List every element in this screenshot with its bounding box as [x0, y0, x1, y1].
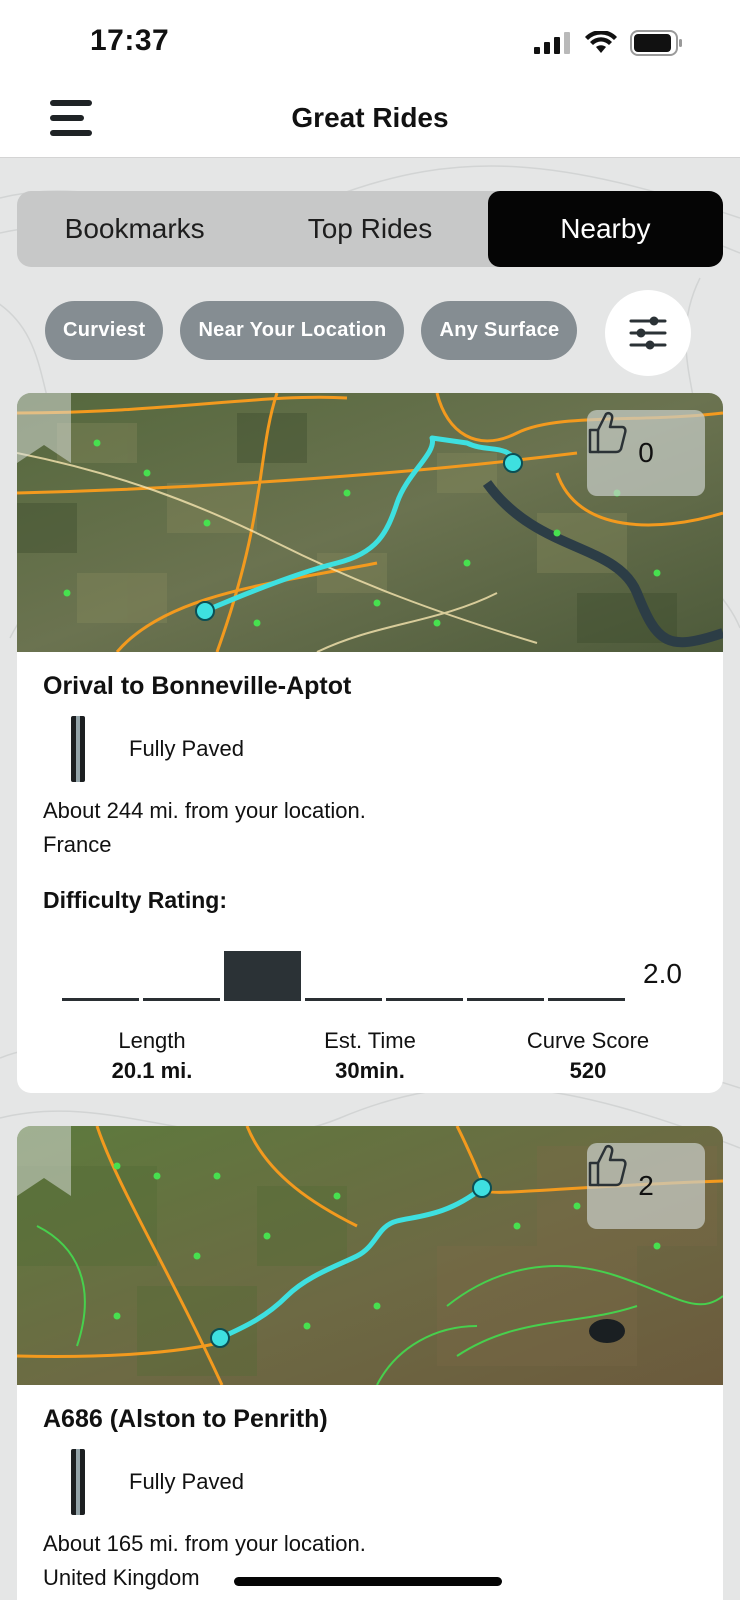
surface-label: Fully Paved — [129, 1469, 244, 1494]
cellular-signal-icon — [534, 32, 570, 54]
stat-value: 520 — [569, 1058, 607, 1083]
thumbs-up-icon — [588, 1144, 627, 1187]
content-area[interactable]: Bookmarks Top Rides Nearby Curviest Near… — [0, 158, 740, 1600]
stat-length: Length 20.1 mi. — [43, 1028, 261, 1084]
bookmark-icon[interactable] — [17, 1126, 71, 1196]
ride-distance: About 244 mi. from your location. — [43, 798, 366, 823]
chip-any-surface[interactable]: Any Surface — [421, 301, 578, 360]
stat-curve-score: Curve Score 520 — [479, 1028, 697, 1084]
ride-title: Orival to Bonneville-Aptot — [43, 672, 352, 700]
status-bar: 17:37 — [0, 0, 740, 80]
like-count: 2 — [638, 1170, 654, 1201]
like-button[interactable]: 2 — [587, 1143, 705, 1229]
difficulty-value: 2.0 — [643, 958, 682, 989]
surface-info: Fully Paved — [43, 1447, 343, 1517]
tab-top-rides[interactable]: Top Rides — [252, 191, 487, 267]
surface-label: Fully Paved — [129, 736, 244, 761]
difficulty-segment — [467, 998, 544, 1001]
ride-tabs: Bookmarks Top Rides Nearby — [17, 191, 723, 267]
stat-label: Length — [118, 1028, 186, 1053]
ride-country: United Kingdom — [43, 1565, 200, 1590]
surface-info: Fully Paved — [43, 714, 343, 784]
difficulty-segment — [62, 998, 139, 1001]
filter-chips: Curviest Near Your Location Any Surface — [45, 301, 578, 360]
like-count: 0 — [638, 437, 654, 468]
bookmark-icon[interactable] — [17, 393, 71, 463]
ride-map[interactable]: 2 — [17, 1126, 723, 1385]
ride-card[interactable]: 0 Orival to Bonneville-Aptot Fully Paved… — [17, 393, 723, 1093]
ride-country: France — [43, 832, 112, 857]
thumbs-up-icon — [588, 411, 627, 454]
stat-label: Curve Score — [526, 1028, 650, 1053]
ride-title: A686 (Alston to Penrith) — [43, 1405, 328, 1433]
home-indicator[interactable] — [234, 1577, 502, 1586]
tab-bookmarks[interactable]: Bookmarks — [17, 191, 252, 267]
difficulty-segment — [386, 998, 463, 1001]
difficulty-segment — [224, 951, 301, 1001]
difficulty-segment — [143, 998, 220, 1001]
ride-map[interactable]: 0 — [17, 393, 723, 652]
wifi-icon — [585, 31, 617, 53]
stat-est-time: Est. Time 30min. — [261, 1028, 479, 1084]
difficulty-segment — [548, 998, 625, 1001]
tab-nearby[interactable]: Nearby — [487, 191, 723, 267]
difficulty-label: Difficulty Rating: — [43, 887, 227, 913]
chip-near-your-location[interactable]: Near Your Location — [180, 301, 405, 360]
difficulty-meter — [62, 945, 625, 1001]
ride-stats: Length 20.1 mi. Est. Time 30min. Curve S… — [43, 1028, 697, 1084]
battery-icon — [630, 30, 682, 56]
stat-label: Est. Time — [324, 1028, 416, 1053]
ride-distance: About 165 mi. from your location. — [43, 1531, 366, 1556]
status-time: 17:37 — [90, 24, 170, 57]
filter-settings-button[interactable] — [605, 290, 691, 376]
sliders-icon — [629, 316, 667, 350]
difficulty-segment — [305, 998, 382, 1001]
chip-curviest[interactable]: Curviest — [45, 301, 164, 360]
paved-road-icon — [71, 1449, 85, 1515]
status-icons — [534, 30, 684, 56]
page-title: Great Rides — [291, 102, 449, 133]
like-button[interactable]: 0 — [587, 410, 705, 496]
stat-value: 20.1 mi. — [111, 1058, 193, 1083]
app-header: Great Rides — [0, 80, 740, 158]
ride-card[interactable]: 2 A686 (Alston to Penrith) Fully Paved A… — [17, 1126, 723, 1600]
stat-value: 30min. — [335, 1058, 405, 1083]
paved-road-icon — [71, 716, 85, 782]
